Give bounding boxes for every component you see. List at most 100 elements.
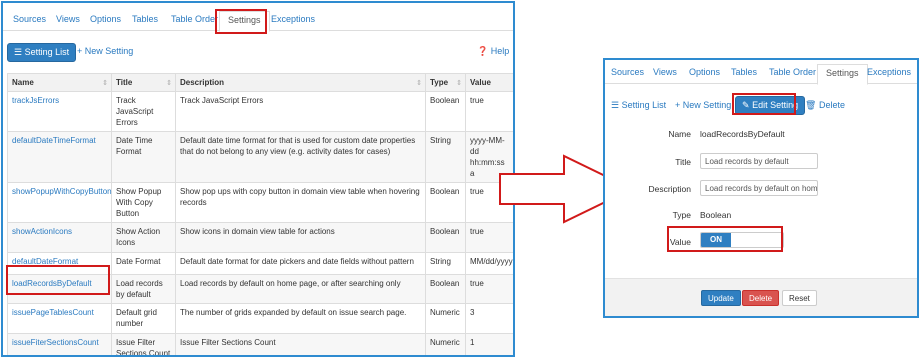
toggle-on-label: ON — [701, 233, 731, 247]
setting-title: Show Popup With Copy Button — [111, 182, 176, 223]
setting-description: Show icons in domain view table for acti… — [175, 222, 426, 253]
sort-icon: ⇕ — [456, 80, 462, 87]
column-header-name[interactable]: Name ⇕ — [7, 73, 112, 92]
tab-options[interactable]: Options — [689, 67, 720, 77]
tab-sources[interactable]: Sources — [611, 67, 644, 77]
plus-icon: + — [77, 46, 83, 56]
table-row: showActionIcons Show Action Icons Show i… — [7, 222, 513, 253]
value-toggle[interactable]: ON — [700, 232, 784, 248]
setting-value: 1 — [465, 333, 513, 355]
tab-options[interactable]: Options — [90, 14, 121, 24]
setting-description: Issue Filter Sections Count — [175, 333, 426, 355]
setting-title: Show Action Icons — [111, 222, 176, 253]
setting-value: MM/dd/yyyy — [465, 252, 513, 275]
edit-setting-button[interactable]: ✎ Edit Setting — [735, 96, 806, 115]
setting-title: Date Time Format — [111, 131, 176, 183]
setting-type: Numeric — [425, 333, 466, 355]
tab-exceptions[interactable]: Exceptions — [271, 14, 315, 24]
column-header-value[interactable]: Value — [465, 73, 513, 92]
setting-type: Boolean — [425, 274, 466, 304]
tab-settings[interactable]: Settings — [219, 11, 270, 32]
tab-exceptions[interactable]: Exceptions — [867, 67, 911, 77]
settings-list-panel: Sources Views Options Tables Table Order… — [1, 1, 515, 357]
table-row: trackJsErrors Track JavaScript Errors Tr… — [7, 91, 513, 132]
new-setting-button[interactable]: + New Setting — [77, 46, 133, 56]
setting-name-link[interactable]: trackJsErrors — [7, 91, 112, 132]
delete-setting-button[interactable]: 🗑 Delete — [805, 100, 845, 111]
form-footer: Update Delete Reset — [605, 278, 917, 316]
help-button[interactable]: ❓ Help — [477, 46, 509, 57]
table-row: showPopupWithCopyButton Show Popup With … — [7, 182, 513, 223]
table-row: defaultDateFormat Date Format Default da… — [7, 252, 513, 275]
setting-type: Numeric — [425, 303, 466, 334]
name-label: Name — [668, 129, 691, 139]
name-value: loadRecordsByDefault — [700, 129, 785, 139]
setting-description: Default date time format for that is use… — [175, 131, 426, 183]
title-input[interactable]: Load records by default — [700, 153, 818, 169]
column-header-type[interactable]: Type ⇕ — [425, 73, 466, 92]
setting-name-link[interactable]: showActionIcons — [7, 222, 112, 253]
description-label: Description — [648, 184, 691, 194]
column-header-description[interactable]: Description ⇕ — [175, 73, 426, 92]
trash-icon: 🗑 — [805, 100, 817, 110]
sort-icon: ⇕ — [102, 80, 108, 87]
setting-type: Boolean — [425, 182, 466, 223]
setting-type: Boolean — [425, 222, 466, 253]
pencil-icon: ✎ — [742, 100, 750, 110]
delete-button[interactable]: Delete — [742, 290, 780, 306]
setting-description: Load records by default on home page, or… — [175, 274, 426, 304]
setting-value: true — [465, 222, 513, 253]
setting-value: 3 — [465, 303, 513, 334]
tab-settings[interactable]: Settings — [817, 64, 868, 85]
setting-description: Default date format for date pickers and… — [175, 252, 426, 275]
tab-tables[interactable]: Tables — [731, 67, 757, 77]
new-setting-button[interactable]: + New Setting — [675, 100, 731, 110]
setting-list-button[interactable]: ☰ Setting List — [611, 100, 666, 111]
tab-sources[interactable]: Sources — [13, 14, 46, 24]
plus-icon: + — [675, 100, 681, 110]
reset-button[interactable]: Reset — [782, 290, 817, 306]
setting-name-link[interactable]: loadRecordsByDefault — [7, 274, 112, 304]
tab-views[interactable]: Views — [56, 14, 80, 24]
setting-name-link[interactable]: showPopupWithCopyButton — [7, 182, 112, 223]
setting-name-link[interactable]: defaultDateTimeFormat — [7, 131, 112, 183]
column-header-title[interactable]: Title ⇕ — [111, 73, 176, 92]
description-input[interactable]: Load records by default on home page — [700, 180, 818, 196]
sort-icon: ⇕ — [166, 80, 172, 87]
setting-title: Date Format — [111, 252, 176, 275]
table-row: loadRecordsByDefault Load records by def… — [7, 274, 513, 304]
setting-type: String — [425, 252, 466, 275]
tab-table-order[interactable]: Table Order — [171, 14, 218, 24]
setting-name-link[interactable]: issueFiterSectionsCount — [7, 333, 112, 355]
settings-table: Name ⇕ Title ⇕ Description ⇕ Type ⇕ Value tr… — [7, 73, 513, 355]
list-icon: ☰ — [611, 100, 620, 110]
tab-bar: Sources Views Options Tables Table Order… — [3, 11, 513, 32]
question-circle-icon: ❓ — [477, 46, 489, 56]
setting-description: Track JavaScript Errors — [175, 91, 426, 132]
edit-setting-panel: Sources Views Options Tables Table Order… — [603, 58, 919, 318]
setting-name-link[interactable]: issuePageTablesCount — [7, 303, 112, 334]
setting-name-link[interactable]: defaultDateFormat — [7, 252, 112, 275]
type-value: Boolean — [700, 210, 732, 220]
tab-bar: Sources Views Options Tables Table Order… — [605, 64, 917, 85]
table-row: defaultDateTimeFormat Date Time Format D… — [7, 131, 513, 183]
setting-title: Track JavaScript Errors — [111, 91, 176, 132]
value-label: Value — [669, 237, 691, 247]
setting-list-button[interactable]: ☰ Setting List — [7, 43, 77, 62]
type-label: Type — [672, 210, 691, 220]
tab-tables[interactable]: Tables — [132, 14, 158, 24]
table-row: issueFiterSectionsCount Issue Filter Sec… — [7, 333, 513, 355]
setting-title: Issue Filter Sections Count — [111, 333, 176, 355]
tab-views[interactable]: Views — [653, 67, 677, 77]
sort-icon: ⇕ — [416, 80, 422, 87]
table-row: issuePageTablesCount Default grid number… — [7, 303, 513, 334]
setting-description: The number of grids expanded by default … — [175, 303, 426, 334]
setting-title: Load records by default — [111, 274, 176, 304]
setting-title: Default grid number — [111, 303, 176, 334]
setting-value: true — [465, 274, 513, 304]
update-button[interactable]: Update — [701, 290, 741, 306]
title-label: Title — [675, 157, 691, 167]
list-icon: ☰ — [14, 47, 23, 57]
setting-value: true — [465, 91, 513, 132]
tab-table-order[interactable]: Table Order — [769, 67, 816, 77]
